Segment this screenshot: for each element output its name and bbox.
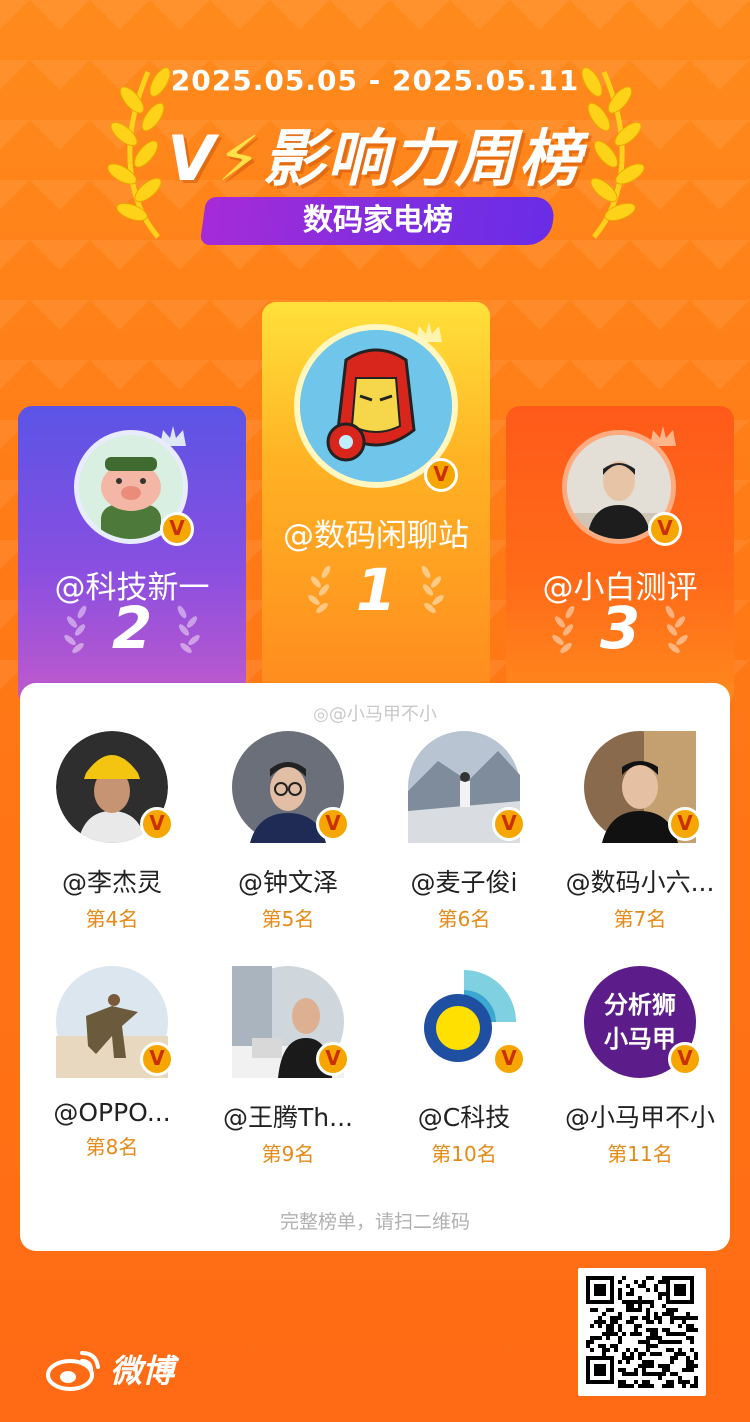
iron-man-icon	[300, 330, 452, 482]
podium-card-2[interactable]: V @科技新一 2	[18, 406, 246, 706]
verified-badge-icon: V	[668, 1042, 702, 1076]
lightning-icon: ⚡	[217, 122, 263, 195]
podium-rank-1: 1	[355, 556, 397, 624]
avatar[interactable]: 分析狮 小马甲 V	[584, 966, 702, 1078]
laurel-mini-icon	[64, 605, 87, 654]
watermark-text: @小马甲不小	[328, 704, 437, 725]
qr-code[interactable]	[578, 1268, 706, 1396]
brand-text: 微博	[110, 1352, 175, 1390]
weibo-logo: 微博	[46, 1346, 174, 1392]
title-char: 影	[262, 122, 327, 195]
avatar-text-1: 分析狮	[604, 991, 676, 1019]
user-rank: 第9名	[261, 1142, 315, 1166]
category-label: 数码家电榜	[303, 203, 453, 238]
avatar[interactable]: V	[584, 731, 702, 843]
verified-badge-icon: V	[492, 1042, 526, 1076]
user-name: @麦子俊i	[410, 868, 518, 897]
podium-rank-3: 3	[599, 594, 641, 662]
verified-badge-icon: V	[140, 807, 174, 841]
avatar[interactable]: V	[56, 966, 174, 1078]
avatar[interactable]: V	[408, 731, 526, 843]
avatar[interactable]: V	[408, 966, 526, 1078]
list-item[interactable]: V @OPPO... 第8名	[24, 966, 200, 1160]
verified-badge-icon: V	[140, 1042, 174, 1076]
user-rank: 第5名	[261, 907, 315, 931]
user-rank: 第7名	[613, 907, 667, 931]
verified-badge-icon: V	[668, 807, 702, 841]
verified-badge-icon: V	[316, 1042, 350, 1076]
user-name: @C科技	[417, 1103, 511, 1132]
qr-hint-text: 完整榜单，请扫二维码	[279, 1211, 470, 1233]
podium-rank-2: 2	[111, 594, 153, 662]
list-item[interactable]: V @李杰灵 第4名	[24, 731, 200, 932]
list-item[interactable]: V @数码小六... 第7名	[552, 731, 728, 932]
list-item[interactable]: V @钟文泽 第5名	[200, 731, 376, 932]
user-name: @OPPO...	[53, 1098, 171, 1127]
user-name: @数码小六...	[565, 868, 715, 897]
laurel-mini-icon	[552, 605, 575, 654]
laurel-mini-icon	[421, 565, 444, 614]
user-rank: 第4名	[85, 907, 139, 931]
date-range: 2025.05.05 - 2025.05.11	[170, 64, 580, 97]
list-item[interactable]: V @麦子俊i 第6名	[376, 731, 552, 932]
user-name: @小马甲不小	[564, 1103, 715, 1132]
weibo-icon	[46, 1351, 100, 1391]
qr-code-icon	[586, 1276, 698, 1388]
user-rank: 第8名	[85, 1135, 139, 1159]
laurel-mini-icon	[177, 605, 200, 654]
title-rest: 响力周榜	[326, 122, 583, 195]
list-item[interactable]: V @C科技 第10名	[376, 966, 552, 1167]
list-item[interactable]: 分析狮 小马甲 V @小马甲不小 第11名	[552, 966, 728, 1167]
verified-badge-icon: V	[316, 807, 350, 841]
avatar[interactable]: V	[232, 731, 350, 843]
user-rank: 第10名	[431, 1142, 497, 1166]
page-title: V⚡影响力周榜	[0, 108, 750, 198]
verified-badge-icon: V	[160, 512, 194, 546]
user-name: @钟文泽	[237, 868, 338, 897]
laurel-mini-icon	[665, 605, 688, 654]
avatar[interactable]: V	[232, 966, 350, 1078]
user-name: @李杰灵	[61, 868, 162, 897]
podium-card-3[interactable]: V @小白测评 3	[506, 406, 734, 706]
avatar[interactable]: V	[56, 731, 174, 843]
watermark: ◎@小马甲不小	[313, 704, 437, 725]
list-item[interactable]: V @王腾Th... 第9名	[200, 966, 376, 1167]
podium-card-1[interactable]: V @数码闲聊站 1	[262, 302, 490, 702]
user-rank: 第6名	[437, 907, 491, 931]
podium-name-1: @数码闲聊站	[283, 518, 469, 554]
verified-badge-icon: V	[424, 458, 458, 492]
laurel-mini-icon	[308, 565, 331, 614]
verified-badge-icon: V	[648, 512, 682, 546]
user-name: @王腾Th...	[223, 1103, 353, 1132]
verified-badge-icon: V	[492, 807, 526, 841]
title-prefix: V	[167, 122, 218, 195]
user-rank: 第11名	[607, 1142, 673, 1166]
